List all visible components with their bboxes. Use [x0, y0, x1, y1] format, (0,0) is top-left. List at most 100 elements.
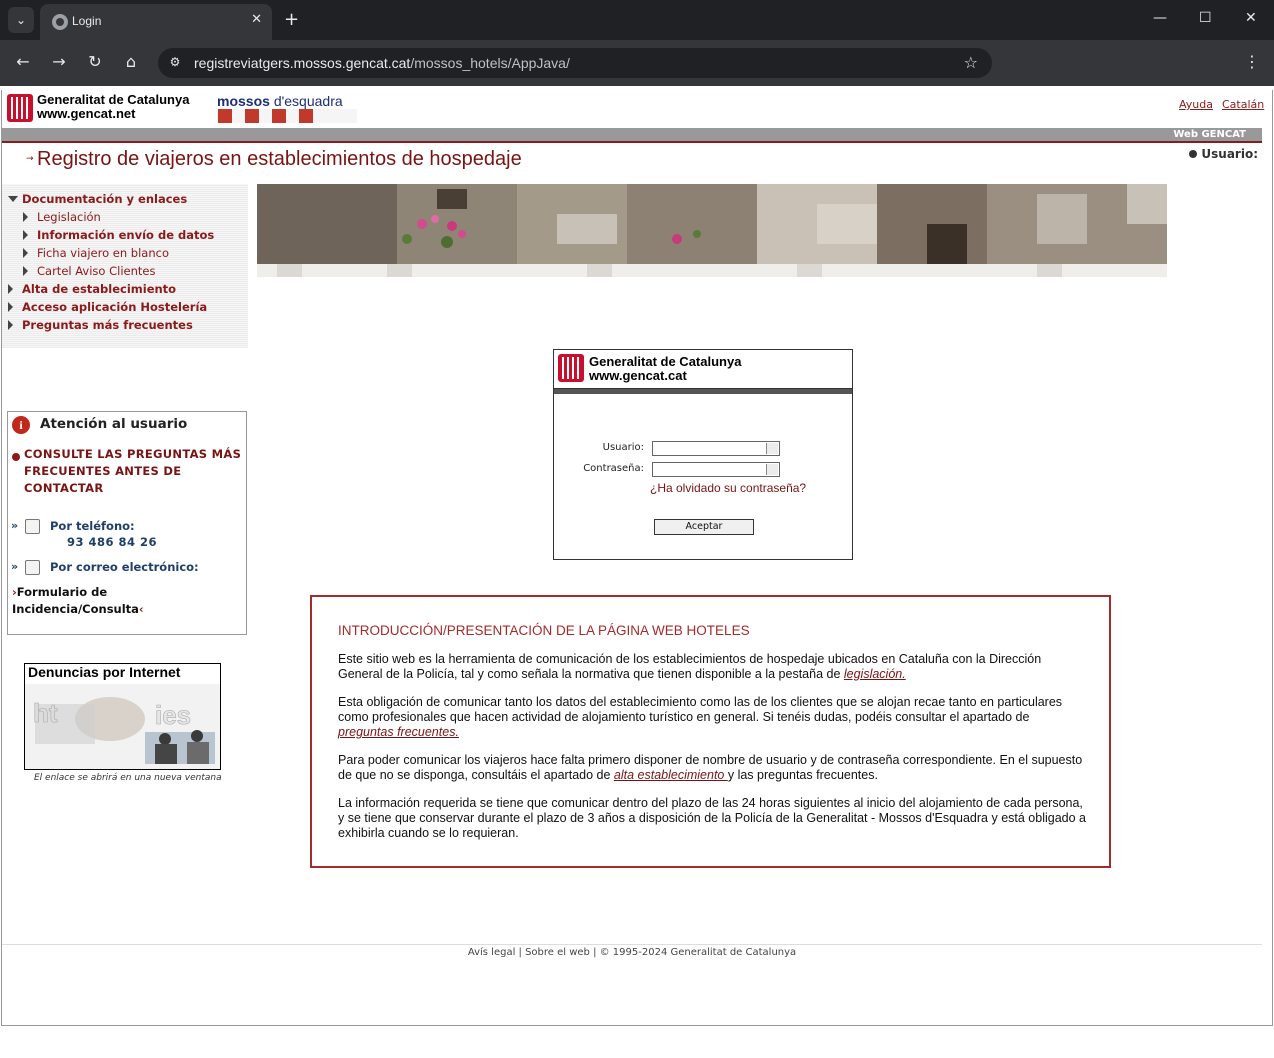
gencat-logo-icon	[7, 94, 33, 122]
browser-menu-icon[interactable]: ⋮	[1244, 52, 1260, 71]
usuario-label: Usuario:	[1189, 147, 1258, 161]
formulario-text: Formulario de Incidencia/Consulta	[12, 585, 139, 616]
atencion-usuario-box: i Atención al usuario CONSULTE LAS PREGU…	[7, 411, 247, 635]
intro-paragraph-1: Este sitio web es la herramienta de comu…	[338, 652, 1088, 682]
usuario-input[interactable]	[652, 441, 780, 456]
intro-p2-text: Esta obligación de comunicar tanto los d…	[338, 695, 1063, 724]
consulte-preguntas-link[interactable]: CONSULTE LAS PREGUNTAS MÁS FRECUENTES AN…	[24, 446, 242, 497]
formulario-incidencia-link[interactable]: ›Formulario de Incidencia/Consulta‹	[12, 584, 242, 618]
sidebar-menu: Documentación y enlaces Legislación Info…	[2, 184, 248, 348]
gencat-name: Generalitat de Catalunya	[37, 92, 190, 107]
gencat-logo-icon	[558, 354, 584, 382]
url-path: /mossos_hotels/AppJava/	[410, 55, 570, 71]
bullet-icon	[12, 453, 20, 461]
footer-divider	[2, 944, 1262, 945]
site-info-icon[interactable]: ⚙	[166, 55, 184, 71]
email-icon	[25, 560, 40, 575]
ayuda-link[interactable]: Ayuda	[1179, 98, 1213, 111]
denuncias-internet-banner[interactable]: Denuncias por Internet ht ies	[24, 663, 221, 770]
intro-paragraph-4: La información requerida se tiene que co…	[338, 796, 1086, 840]
mossos-logo[interactable]: mossos d'esquadra	[217, 93, 343, 109]
globe-icon	[52, 14, 68, 30]
maximize-icon[interactable]: ☐	[1199, 10, 1212, 26]
browser-tab-bar: ⌄ Login ✕ + — ☐ ✕	[0, 0, 1274, 40]
mossos-logo-part1: mossos	[217, 93, 270, 109]
gencat-header-text[interactable]: Generalitat de Catalunya www.gencat.net	[37, 93, 189, 121]
svg-text:ht: ht	[33, 698, 58, 728]
tab-close-icon[interactable]: ✕	[251, 12, 262, 27]
menu-label: Cartel Aviso Clientes	[37, 264, 156, 278]
expand-right-icon	[23, 212, 28, 222]
window-close-icon[interactable]: ✕	[1245, 10, 1257, 26]
double-arrow-icon: »	[11, 519, 19, 532]
menu-label: Legislación	[37, 210, 101, 224]
expand-right-icon	[8, 320, 13, 330]
preguntas-frecuentes-link[interactable]: preguntas frecuentes.	[338, 725, 459, 739]
info-icon: i	[12, 416, 30, 434]
login-logo-line1: Generalitat de Catalunya	[589, 354, 742, 369]
login-header-bar	[554, 388, 852, 394]
arrow-left-icon: ‹	[138, 602, 144, 616]
menu-label: Acceso aplicación Hostelería	[22, 300, 208, 314]
page-content: Generalitat de Catalunya www.gencat.net …	[1, 90, 1273, 1026]
phone-label: Por teléfono:	[50, 519, 135, 533]
browser-toolbar: ← → ↻ ⌂ ⚙ registreviatgers.mossos.gencat…	[0, 40, 1274, 86]
login-logo-line2: www.gencat.cat	[589, 368, 687, 383]
menu-label: Ficha viajero en blanco	[37, 246, 169, 260]
forgot-password-link[interactable]: ¿Ha olvidado su contraseña?	[650, 481, 806, 495]
expand-right-icon	[23, 230, 28, 240]
phone-number: 93 486 84 26	[67, 535, 158, 549]
login-logo-text: Generalitat de Catalunya www.gencat.cat	[589, 355, 741, 383]
reload-icon[interactable]: ↻	[84, 52, 106, 71]
tab-title: Login	[72, 14, 102, 28]
aceptar-button[interactable]: Aceptar	[654, 519, 754, 535]
intro-p3-tail: y las preguntas frecuentes.	[727, 768, 878, 782]
mossos-logo-squares	[217, 109, 357, 123]
expand-down-icon	[8, 196, 18, 202]
web-gencat-link[interactable]: Web GENCAT	[1173, 128, 1246, 141]
mossos-logo-part2: d'esquadra	[273, 93, 343, 109]
title-arrow-icon: →	[26, 154, 34, 164]
password-manager-key-icon[interactable]	[766, 443, 778, 454]
denuncias-image: ht ies	[25, 684, 220, 769]
minimize-icon[interactable]: —	[1153, 10, 1167, 26]
back-icon[interactable]: ←	[12, 52, 34, 71]
usuario-field-label: Usuario:	[602, 442, 644, 453]
forward-icon[interactable]: →	[48, 52, 70, 71]
email-label: Por correo electrónico:	[50, 560, 199, 574]
double-arrow-icon: »	[11, 560, 19, 573]
menu-label: Preguntas más frecuentes	[22, 318, 193, 332]
login-form: Generalitat de Catalunya www.gencat.cat …	[553, 349, 853, 560]
bookmark-star-icon[interactable]: ☆	[964, 53, 978, 72]
intro-paragraph-2: Esta obligación de comunicar tanto los d…	[338, 695, 1088, 740]
expand-right-icon	[8, 284, 13, 294]
legislacion-link[interactable]: legislación.	[844, 667, 906, 681]
enlace-nueva-ventana-note: El enlace se abrirá en una nueva ventana	[34, 773, 222, 783]
village-street-image	[257, 184, 1167, 277]
tab-search-button[interactable]: ⌄	[8, 7, 34, 33]
intro-title: INTRODUCCIÓN/PRESENTACIÓN DE LA PÁGINA W…	[338, 623, 750, 638]
new-tab-button[interactable]: +	[284, 9, 299, 30]
footer: Avís legal | Sobre el web | © 1995-2024 …	[467, 947, 797, 958]
header-divider	[2, 141, 1262, 143]
expand-right-icon	[8, 302, 13, 312]
expand-right-icon	[23, 248, 28, 258]
atencion-title: Atención al usuario	[40, 416, 188, 432]
password-input[interactable]	[652, 462, 780, 477]
address-bar[interactable]: ⚙ registreviatgers.mossos.gencat.cat/mos…	[158, 48, 992, 78]
usuario-text: Usuario:	[1201, 147, 1258, 161]
password-manager-key-icon[interactable]	[766, 464, 778, 475]
alta-establecimiento-link[interactable]: alta establecimiento	[614, 768, 728, 782]
address-url[interactable]: registreviatgers.mossos.gencat.cat/mosso…	[194, 55, 570, 71]
menu-label: Información envío de datos	[37, 228, 215, 242]
browser-tab[interactable]: Login ✕	[40, 4, 272, 40]
menu-label: Documentación y enlaces	[22, 192, 188, 206]
catalan-link[interactable]: Catalán	[1222, 98, 1264, 111]
home-icon[interactable]: ⌂	[120, 52, 142, 71]
denuncias-title: Denuncias por Internet	[28, 664, 181, 680]
expand-right-icon	[23, 266, 28, 276]
svg-text:ies: ies	[155, 700, 191, 730]
phone-icon	[25, 519, 40, 534]
intro-p1-text: Este sitio web es la herramienta de comu…	[338, 652, 1042, 681]
intro-paragraph-3: Para poder comunicar los viajeros hace f…	[338, 753, 1088, 783]
